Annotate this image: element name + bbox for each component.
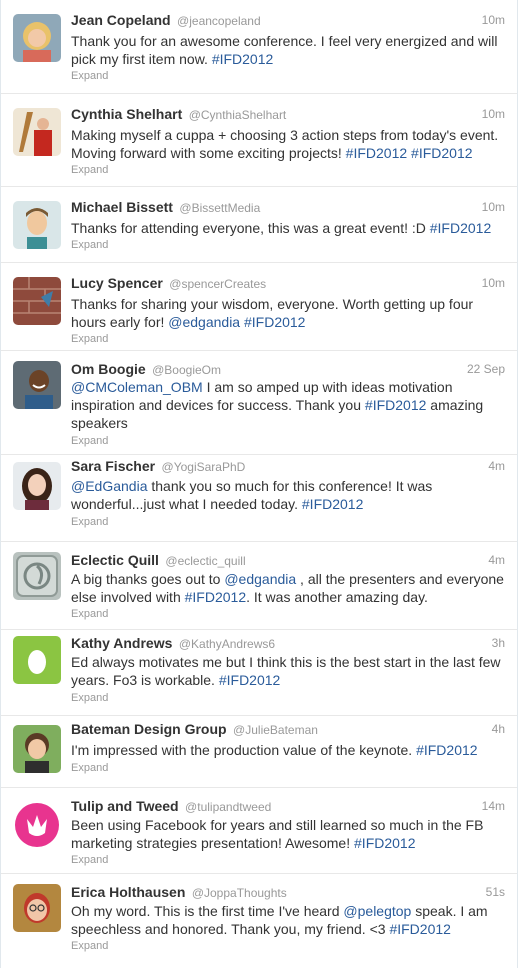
mention-link[interactable]: @CMColeman_OBM xyxy=(71,379,203,395)
author-name[interactable]: Bateman Design Group xyxy=(71,721,227,737)
brick-bird-avatar[interactable] xyxy=(13,277,61,325)
author-name[interactable]: Jean Copeland xyxy=(71,12,171,28)
tweet-text: Making myself a cuppa + choosing 3 actio… xyxy=(71,127,499,161)
author-name[interactable]: Tulip and Tweed xyxy=(71,798,179,814)
hashtag-link[interactable]: #IFD2012 xyxy=(302,496,363,512)
author-handle[interactable]: @spencerCreates xyxy=(169,277,266,291)
mention-link[interactable]: @edgandia xyxy=(224,571,296,587)
author-handle[interactable]: @jeancopeland xyxy=(177,14,261,28)
tweet-timestamp[interactable]: 10m xyxy=(482,13,505,27)
quill-logo-avatar[interactable] xyxy=(13,552,61,600)
mention-link[interactable]: @pelegtop xyxy=(343,903,411,919)
tweet-text: @CMColeman_OBM I am so amped up with ide… xyxy=(71,379,484,431)
woman-blond-avatar[interactable] xyxy=(13,14,61,62)
author-name[interactable]: Sara Fischer xyxy=(71,458,155,474)
tweet-item[interactable]: Michael Bissett @BissettMedia 10m Thanks… xyxy=(1,187,517,263)
tweet-timestamp[interactable]: 14m xyxy=(482,799,505,813)
expand-link[interactable]: Expand xyxy=(71,762,108,774)
tweet-text: Thank you for an awesome conference. I f… xyxy=(71,33,498,67)
author-name[interactable]: Kathy Andrews xyxy=(71,635,172,651)
woman-short-hair-avatar[interactable] xyxy=(13,725,61,773)
author-handle[interactable]: @CynthiaShelhart xyxy=(189,108,287,122)
author-name[interactable]: Erica Holthausen xyxy=(71,884,185,900)
tweet-item[interactable]: Cynthia Shelhart @CynthiaShelhart 10m Ma… xyxy=(1,94,517,187)
tweet-text: Oh my word. This is the first time I've … xyxy=(71,903,488,937)
tweet-timestamp[interactable]: 51s xyxy=(486,885,505,899)
expand-link[interactable]: Expand xyxy=(71,70,108,82)
tweet-item[interactable]: Eclectic Quill @eclectic_quill 4m A big … xyxy=(1,542,517,630)
tweet-timestamp[interactable]: 3h xyxy=(492,636,505,650)
expand-link[interactable]: Expand xyxy=(71,333,108,345)
author-handle[interactable]: @BoogieOm xyxy=(152,363,221,377)
hashtag-link[interactable]: #IFD2012 xyxy=(346,145,407,161)
author-handle[interactable]: @BissettMedia xyxy=(179,201,260,215)
author-name[interactable]: Lucy Spencer xyxy=(71,275,163,291)
woman-glasses-avatar[interactable] xyxy=(13,884,61,932)
man-cartoon-avatar[interactable] xyxy=(13,201,61,249)
hashtag-link[interactable]: #IFD2012 xyxy=(365,397,426,413)
default-egg-avatar[interactable] xyxy=(13,636,61,684)
hashtag-link[interactable]: #IFD2012 xyxy=(219,672,280,688)
expand-link[interactable]: Expand xyxy=(71,940,108,952)
man-smiling-avatar[interactable] xyxy=(13,361,61,409)
tweet-text: Thanks for attending everyone, this was … xyxy=(71,220,492,236)
tweet-timestamp[interactable]: 22 Sep xyxy=(467,362,505,376)
tweet-text: I'm impressed with the production value … xyxy=(71,742,478,758)
tweet-timestamp[interactable]: 10m xyxy=(482,200,505,214)
tweet-item[interactable]: Tulip and Tweed @tulipandtweed 14m Been … xyxy=(1,788,517,874)
tweet-timestamp[interactable]: 10m xyxy=(482,276,505,290)
author-name[interactable]: Eclectic Quill xyxy=(71,552,159,568)
author-handle[interactable]: @JoppaThoughts xyxy=(192,886,287,900)
expand-link[interactable]: Expand xyxy=(71,435,108,447)
tweet-timestamp[interactable]: 4m xyxy=(488,459,505,473)
hashtag-link[interactable]: #IFD2012 xyxy=(430,220,491,236)
expand-link[interactable]: Expand xyxy=(71,239,108,251)
tweet-item[interactable]: Sara Fischer @YogiSaraPhD 4m @EdGandia t… xyxy=(1,455,517,542)
tweet-text: Been using Facebook for years and still … xyxy=(71,817,484,851)
hashtag-link[interactable]: #IFD2012 xyxy=(416,742,477,758)
tweet-text: A big thanks goes out to @edgandia , all… xyxy=(71,571,504,605)
hashtag-link[interactable]: #IFD2012 xyxy=(389,921,450,937)
expand-link[interactable]: Expand xyxy=(71,854,108,866)
tweet-item[interactable]: Jean Copeland @jeancopeland 10m Thank yo… xyxy=(1,0,517,94)
author-handle[interactable]: @tulipandtweed xyxy=(185,800,271,814)
tweet-text: @EdGandia thank you so much for this con… xyxy=(71,478,433,512)
author-name[interactable]: Michael Bissett xyxy=(71,199,173,215)
expand-link[interactable]: Expand xyxy=(71,608,108,620)
tweet-timestamp[interactable]: 4h xyxy=(492,722,505,736)
tweet-timestamp[interactable]: 4m xyxy=(488,553,505,567)
expand-link[interactable]: Expand xyxy=(71,164,108,176)
hashtag-link[interactable]: #IFD2012 xyxy=(212,51,273,67)
tweet-item[interactable]: Bateman Design Group @JulieBateman 4h I'… xyxy=(1,716,517,788)
tweet-text: Ed always motivates me but I think this … xyxy=(71,654,501,688)
mention-link[interactable]: @edgandia xyxy=(168,314,240,330)
woman-harp-avatar[interactable] xyxy=(13,108,61,156)
author-name[interactable]: Om Boogie xyxy=(71,361,146,377)
tulip-logo-avatar[interactable] xyxy=(13,801,61,849)
tweet-item[interactable]: Erica Holthausen @JoppaThoughts 51s Oh m… xyxy=(1,874,517,968)
tweet-text: Thanks for sharing your wisdom, everyone… xyxy=(71,296,474,330)
tweet-timestamp[interactable]: 10m xyxy=(482,107,505,121)
hashtag-link[interactable]: #IFD2012 xyxy=(244,314,305,330)
author-handle[interactable]: @eclectic_quill xyxy=(165,554,245,568)
tweet-item[interactable]: Om Boogie @BoogieOm 22 Sep @CMColeman_OB… xyxy=(1,351,517,455)
hashtag-link[interactable]: #IFD2012 xyxy=(354,835,415,851)
author-handle[interactable]: @KathyAndrews6 xyxy=(179,637,275,651)
author-handle[interactable]: @YogiSaraPhD xyxy=(162,460,246,474)
tweet-timeline: Jean Copeland @jeancopeland 10m Thank yo… xyxy=(0,0,518,968)
hashtag-link[interactable]: #IFD2012 xyxy=(185,589,246,605)
woman-dark-hair-avatar[interactable] xyxy=(13,462,61,510)
author-handle[interactable]: @JulieBateman xyxy=(233,723,318,737)
tweet-item[interactable]: Kathy Andrews @KathyAndrews6 3h Ed alway… xyxy=(1,630,517,716)
author-name[interactable]: Cynthia Shelhart xyxy=(71,106,182,122)
tweet-item[interactable]: Lucy Spencer @spencerCreates 10m Thanks … xyxy=(1,263,517,351)
expand-link[interactable]: Expand xyxy=(71,692,108,704)
expand-link[interactable]: Expand xyxy=(71,516,108,528)
hashtag-link[interactable]: #IFD2012 xyxy=(411,145,472,161)
mention-link[interactable]: @EdGandia xyxy=(71,478,147,494)
